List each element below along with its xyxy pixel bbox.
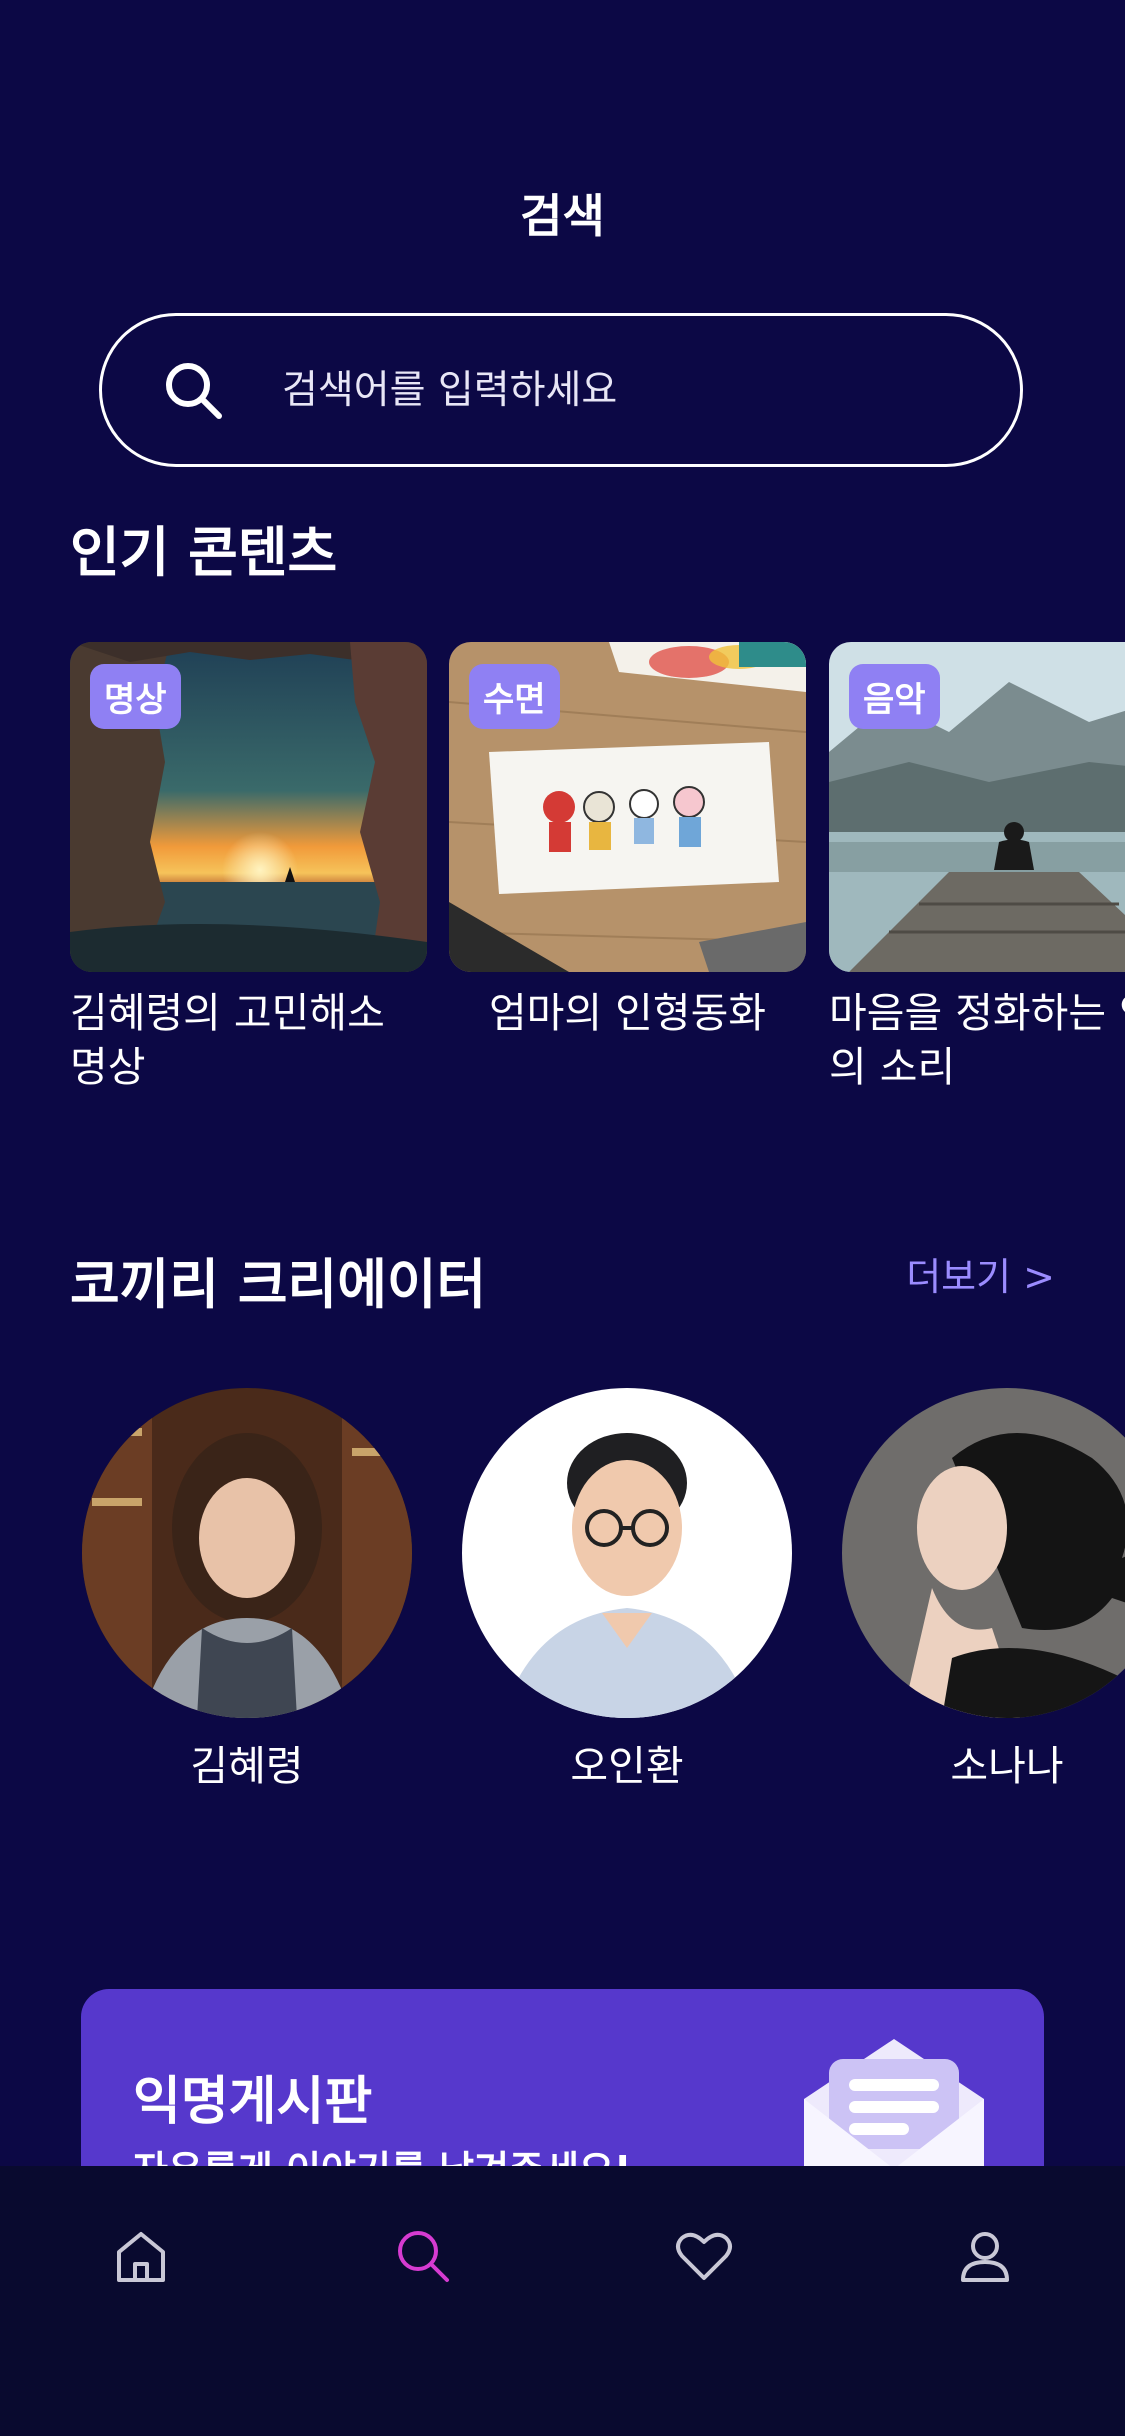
search-bar[interactable] xyxy=(99,313,1023,467)
content-title[interactable]: 마음을 정화하는 연의 소리 xyxy=(829,986,1125,1094)
search-input[interactable] xyxy=(280,366,970,414)
content-title[interactable]: 김혜령의 고민해소 명상 xyxy=(70,986,427,1094)
creator-photo xyxy=(462,1388,792,1718)
content-card[interactable]: 수면 엄마의 인형동화 xyxy=(449,642,806,1040)
popular-section-title: 인기 콘텐츠 xyxy=(70,521,338,584)
category-tag: 수면 xyxy=(469,664,560,729)
content-card[interactable]: 음악 마음을 정화하는 연의 소리 xyxy=(829,642,1125,1094)
popular-content-list[interactable]: 명상 김혜령의 고민해소 명상 수면 엄마의 인형동화 음악 마음을 정화하는 … xyxy=(0,642,1125,1102)
content-thumbnail[interactable]: 수면 xyxy=(449,642,806,972)
creators-section-title: 코끼리 크리에이터 xyxy=(70,1253,487,1316)
profile-icon[interactable] xyxy=(953,2224,1017,2288)
avatar[interactable] xyxy=(462,1388,792,1718)
creator-item[interactable]: 소나나 xyxy=(842,1388,1125,1792)
see-more-link[interactable]: 더보기 > xyxy=(906,1246,1055,1301)
page-title: 검색 xyxy=(520,189,605,243)
avatar[interactable] xyxy=(842,1388,1125,1718)
category-tag: 명상 xyxy=(90,664,181,729)
creator-photo xyxy=(82,1388,412,1718)
content-thumbnail[interactable]: 명상 xyxy=(70,642,427,972)
search-icon xyxy=(166,363,222,419)
content-title[interactable]: 엄마의 인형동화 xyxy=(449,986,806,1040)
content-card[interactable]: 명상 김혜령의 고민해소 명상 xyxy=(70,642,427,1094)
home-icon[interactable] xyxy=(109,2224,173,2288)
creator-name: 김혜령 xyxy=(190,1742,304,1790)
creator-list[interactable]: 김혜령 오인환 소나나 xyxy=(0,1388,1125,1808)
creator-item[interactable]: 김혜령 xyxy=(82,1388,412,1792)
creator-name: 소나나 xyxy=(950,1742,1064,1790)
heart-icon[interactable] xyxy=(672,2224,736,2288)
content-thumbnail[interactable]: 음악 xyxy=(829,642,1125,972)
banner-title: 익명게시판 xyxy=(133,2072,373,2132)
creator-item[interactable]: 오인환 xyxy=(462,1388,792,1792)
creator-name: 오인환 xyxy=(570,1742,684,1790)
category-tag: 음악 xyxy=(849,664,940,729)
bottom-tab-bar xyxy=(0,2166,1125,2436)
search-icon[interactable] xyxy=(391,2224,455,2288)
avatar[interactable] xyxy=(82,1388,412,1718)
creator-photo xyxy=(842,1388,1125,1718)
